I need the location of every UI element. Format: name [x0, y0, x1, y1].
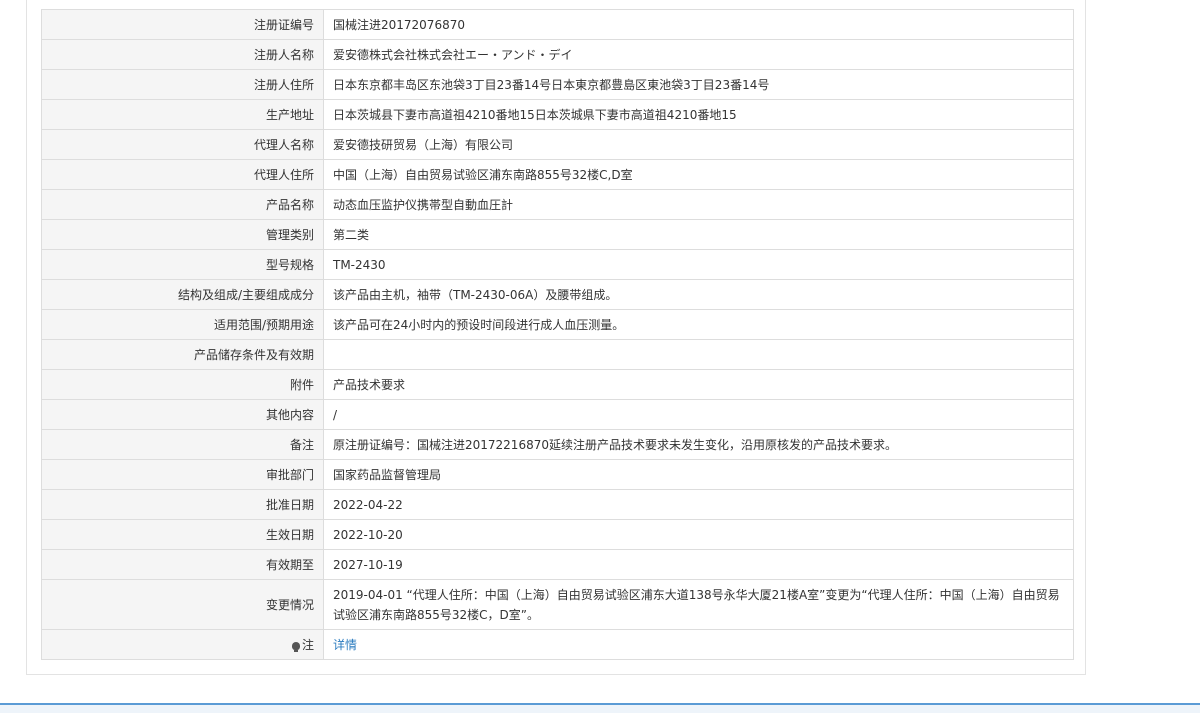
- table-row: 适用范围/预期用途 该产品可在24小时内的预设时间段进行成人血压测量。: [41, 309, 1074, 340]
- row-value: 动态血压监护仪携帯型自動血圧計: [323, 189, 1074, 220]
- table-row: 产品储存条件及有效期: [41, 339, 1074, 370]
- details-link[interactable]: 详情: [333, 638, 357, 652]
- row-value: 日本东京都丰岛区东池袋3丁目23番14号日本東京都豊島区東池袋3丁目23番14号: [323, 69, 1074, 100]
- row-label: 注册人名称: [41, 39, 324, 70]
- row-label: 审批部门: [41, 459, 324, 490]
- row-value: 2019-04-01 “代理人住所：中国（上海）自由贸易试验区浦东大道138号永…: [323, 579, 1074, 630]
- row-label: 有效期至: [41, 549, 324, 580]
- table-row: 结构及组成/主要组成成分 该产品由主机，袖带（TM-2430-06A）及腰带组成…: [41, 279, 1074, 310]
- table-row: 有效期至 2027-10-19: [41, 549, 1074, 580]
- row-label: 注册证编号: [41, 9, 324, 40]
- row-label: 管理类别: [41, 219, 324, 250]
- registration-detail-table: 注册证编号 国械注进20172076870 注册人名称 爱安德株式会社株式会社エ…: [41, 9, 1074, 660]
- row-label: 产品名称: [41, 189, 324, 220]
- table-row: 管理类别 第二类: [41, 219, 1074, 250]
- table-row: 注册人住所 日本东京都丰岛区东池袋3丁目23番14号日本東京都豊島区東池袋3丁目…: [41, 69, 1074, 100]
- row-value: /: [323, 399, 1074, 430]
- row-label: 附件: [41, 369, 324, 400]
- row-value: 国械注进20172076870: [323, 9, 1074, 40]
- table-row: 附件 产品技术要求: [41, 369, 1074, 400]
- table-row: 变更情况 2019-04-01 “代理人住所：中国（上海）自由贸易试验区浦东大道…: [41, 579, 1074, 630]
- row-label: 备注: [41, 429, 324, 460]
- table-row: 其他内容 /: [41, 399, 1074, 430]
- note-label: 注: [301, 637, 314, 652]
- row-value: 第二类: [323, 219, 1074, 250]
- row-value: 爱安德株式会社株式会社エー・アンド・デイ: [323, 39, 1074, 70]
- table-row: 批准日期 2022-04-22: [41, 489, 1074, 520]
- note-label-cell: 注: [41, 629, 324, 660]
- table-row: 产品名称 动态血压监护仪携帯型自動血圧計: [41, 189, 1074, 220]
- row-value: 2022-04-22: [323, 489, 1074, 520]
- table-row: 生效日期 2022-10-20: [41, 519, 1074, 550]
- table-row: 代理人住所 中国（上海）自由贸易试验区浦东南路855号32楼C,D室: [41, 159, 1074, 190]
- detail-panel: 注册证编号 国械注进20172076870 注册人名称 爱安德株式会社株式会社エ…: [26, 0, 1086, 675]
- table-row: 注册人名称 爱安德株式会社株式会社エー・アンド・デイ: [41, 39, 1074, 70]
- row-value: 中国（上海）自由贸易试验区浦东南路855号32楼C,D室: [323, 159, 1074, 190]
- table-row: 代理人名称 爱安德技研贸易（上海）有限公司: [41, 129, 1074, 160]
- row-label: 代理人住所: [41, 159, 324, 190]
- row-value: TM-2430: [323, 249, 1074, 280]
- table-row: 备注 原注册证编号：国械注进20172216870延续注册产品技术要求未发生变化…: [41, 429, 1074, 460]
- row-label: 注册人住所: [41, 69, 324, 100]
- lightbulb-icon: [291, 641, 300, 652]
- row-label: 结构及组成/主要组成成分: [41, 279, 324, 310]
- table-row: 生产地址 日本茨城县下妻市高道祖4210番地15日本茨城県下妻市高道祖4210番…: [41, 99, 1074, 130]
- row-value: 该产品由主机，袖带（TM-2430-06A）及腰带组成。: [323, 279, 1074, 310]
- note-value-cell: 详情: [323, 629, 1074, 660]
- row-value: 爱安德技研贸易（上海）有限公司: [323, 129, 1074, 160]
- row-label: 产品储存条件及有效期: [41, 339, 324, 370]
- row-label: 生产地址: [41, 99, 324, 130]
- row-label: 变更情况: [41, 579, 324, 630]
- row-value: [323, 339, 1074, 370]
- row-value: 原注册证编号：国械注进20172216870延续注册产品技术要求未发生变化，沿用…: [323, 429, 1074, 460]
- row-value: 2022-10-20: [323, 519, 1074, 550]
- table-row: 注册证编号 国械注进20172076870: [41, 9, 1074, 40]
- row-label: 生效日期: [41, 519, 324, 550]
- note-row: 注 详情: [41, 629, 1074, 660]
- row-value: 国家药品监督管理局: [323, 459, 1074, 490]
- row-value: 产品技术要求: [323, 369, 1074, 400]
- row-label: 代理人名称: [41, 129, 324, 160]
- row-value: 该产品可在24小时内的预设时间段进行成人血压测量。: [323, 309, 1074, 340]
- row-value: 日本茨城县下妻市高道祖4210番地15日本茨城県下妻市高道祖4210番地15: [323, 99, 1074, 130]
- row-value: 2027-10-19: [323, 549, 1074, 580]
- row-label: 适用范围/预期用途: [41, 309, 324, 340]
- row-label: 批准日期: [41, 489, 324, 520]
- bottom-bar: [0, 703, 1200, 713]
- row-label: 型号规格: [41, 249, 324, 280]
- table-row: 型号规格 TM-2430: [41, 249, 1074, 280]
- row-label: 其他内容: [41, 399, 324, 430]
- table-row: 审批部门 国家药品监督管理局: [41, 459, 1074, 490]
